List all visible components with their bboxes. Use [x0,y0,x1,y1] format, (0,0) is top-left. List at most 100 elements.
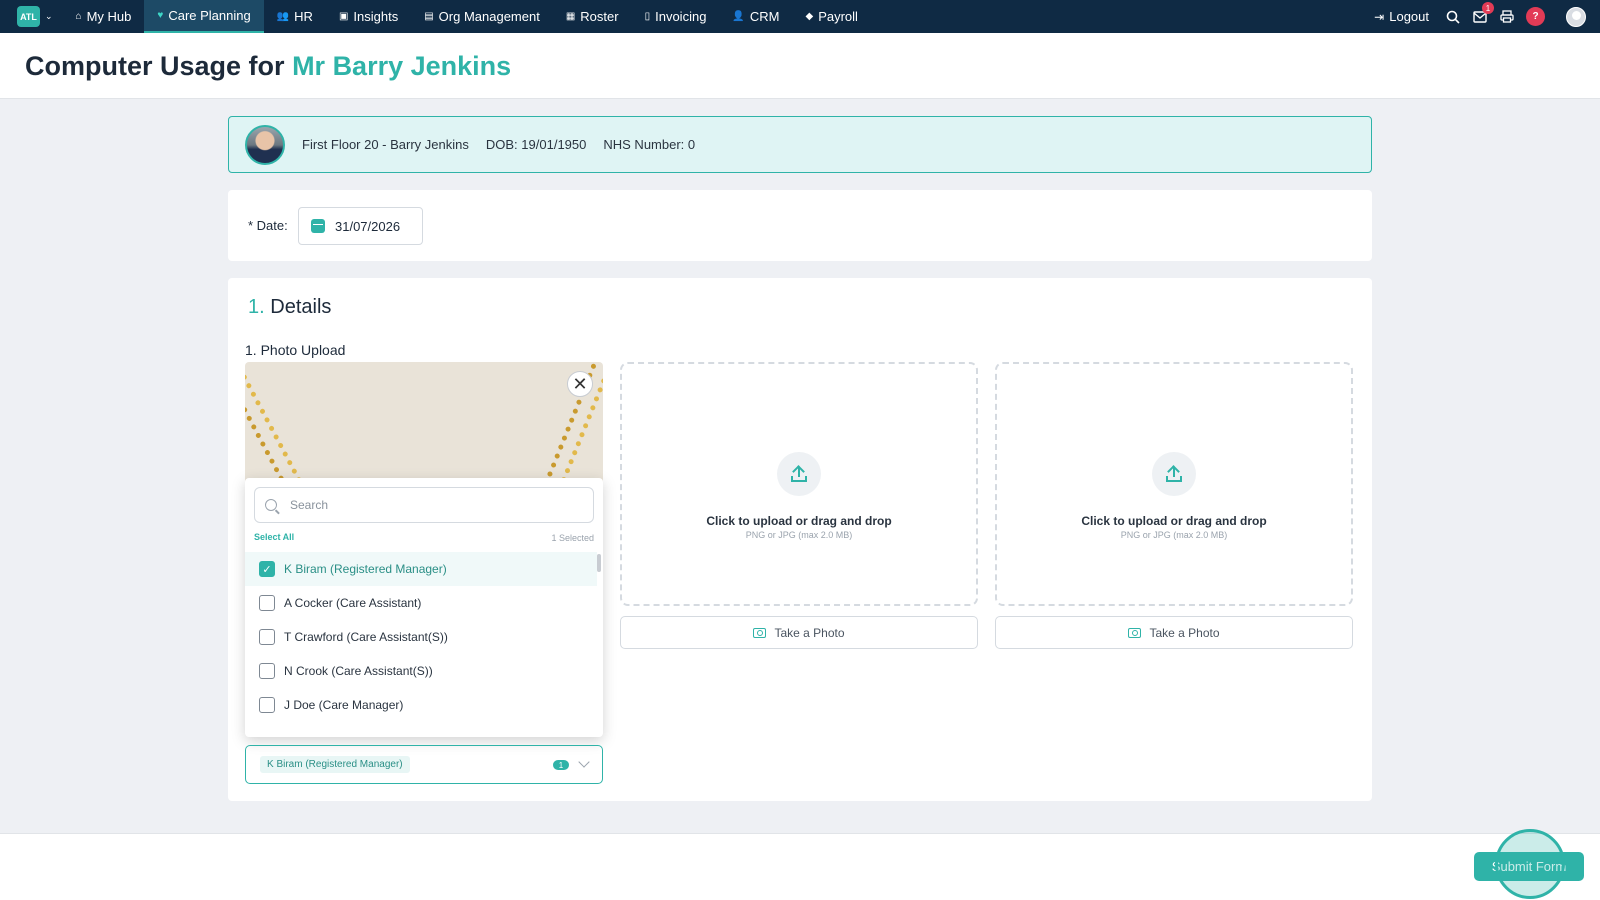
dropdown-option[interactable]: J Doe (Care Manager) [245,688,597,722]
nav-item-roster[interactable]: ▦ Roster [553,0,632,33]
details-card: 1. Details 1. Photo Upload ✕ Click to up… [228,278,1372,801]
take-photo-button[interactable]: Take a Photo [995,616,1353,649]
calendar-icon: ▦ [565,11,576,22]
take-photo-label: Take a Photo [774,625,845,640]
resident-banner: First Floor 20 - Barry Jenkins DOB: 19/0… [228,116,1372,173]
upload-dropzone[interactable]: Click to upload or drag and drop PNG or … [620,362,978,606]
date-picker[interactable]: 31/07/2026 [298,207,423,245]
building-icon: ▤ [424,11,434,22]
section-number: 1. [248,296,265,318]
search-input[interactable] [290,498,570,512]
close-icon: ✕ [572,374,588,394]
home-icon: ⌂ [75,11,82,22]
chart-icon: ▣ [338,11,349,22]
page-header: Computer Usage for Mr Barry Jenkins [0,33,1600,99]
nav-item-label: Payroll [818,9,858,24]
upload-title: Click to upload or drag and drop [1081,514,1267,528]
staff-dropdown: Select All 1 Selected ✓ K Biram (Register… [245,478,603,737]
upload-title: Click to upload or drag and drop [706,514,892,528]
dropdown-option-label: T Crawford (Care Assistant(S)) [284,630,448,644]
chain-image-left [245,362,312,482]
dropdown-options: ✓ K Biram (Registered Manager) A Cocker (C… [245,552,597,722]
dropdown-scrollbar[interactable] [597,554,601,572]
heart-icon: ♥ [157,10,164,21]
contacts-icon: 👤 [732,11,745,22]
nav-item-label: Roster [580,9,619,24]
checkbox-icon[interactable] [259,697,275,713]
print-icon[interactable] [1499,9,1514,24]
nav-item-hr[interactable]: 👥 HR [264,0,326,33]
nav-item-label: My Hub [86,9,132,24]
calendar-icon [311,219,325,233]
app-switcher[interactable]: ATL ⌄ [17,6,53,27]
dob-value: 19/01/1950 [521,137,587,152]
dropdown-option-label: J Doe (Care Manager) [284,698,404,712]
document-icon: ▯ [644,11,651,22]
nav-item-org-management[interactable]: ▤ Org Management [411,0,553,33]
page-title-prefix: Computer Usage for [25,51,285,81]
help-button[interactable]: ? [1526,7,1545,26]
nav-item-label: Care Planning [168,8,251,23]
page-title: Computer Usage for Mr Barry Jenkins [25,51,511,82]
dropdown-option-label: K Biram (Registered Manager) [284,562,447,576]
people-icon: 👥 [276,11,290,22]
upload-icon [1152,452,1196,496]
dropdown-option-label: A Cocker (Care Assistant) [284,596,422,610]
top-navigation: ATL ⌄ ⌂ My Hub ♥ Care Planning 👥 HR ▣ Insights ▤… [0,0,1600,33]
checkbox-icon[interactable] [259,663,275,679]
upload-subtitle: PNG or JPG (max 2.0 MB) [1120,530,1228,540]
date-label: * Date: [248,218,288,233]
checkbox-checked-icon[interactable]: ✓ [259,561,275,577]
dropdown-option[interactable]: N Crook (Care Assistant(S)) [245,654,597,688]
chevron-down-icon [578,756,590,768]
dropdown-option[interactable]: ✓ K Biram (Registered Manager) [245,552,597,586]
date-card: * Date: 31/07/2026 [228,190,1372,261]
nhs-label: NHS Number: [603,137,685,152]
upload-dropzone[interactable]: Click to upload or drag and drop PNG or … [995,362,1353,606]
page-title-resident: Mr Barry Jenkins [292,51,512,81]
selected-count-pill: 1 [553,760,569,770]
mail-icon[interactable]: 1 [1472,2,1494,24]
dropdown-option[interactable]: T Crawford (Care Assistant(S)) [245,620,597,654]
search-icon[interactable] [1445,9,1460,24]
dropdown-search[interactable] [254,487,594,523]
dob-label: DOB: [485,137,518,152]
nav-item-label: Org Management [438,9,540,24]
take-photo-label: Take a Photo [1149,625,1220,640]
nhs-value: 0 [687,137,696,152]
resident-dob: DOB: 19/01/1950 [486,137,587,152]
submit-form-button[interactable]: Submit Form [1474,852,1584,881]
user-avatar[interactable] [1566,6,1586,27]
nav-item-care-planning[interactable]: ♥ Care Planning [144,0,264,33]
camera-icon [753,627,767,638]
take-photo-button[interactable]: Take a Photo [620,616,978,649]
checkbox-icon[interactable] [259,629,275,645]
nav-item-crm[interactable]: 👤 CRM [719,0,792,33]
remove-photo-button[interactable]: ✕ [567,371,593,397]
nav-item-payroll[interactable]: ◆ Payroll [792,0,870,33]
checkbox-icon[interactable] [259,595,275,611]
nav-item-my-hub[interactable]: ⌂ My Hub [63,0,145,33]
nav-item-invoicing[interactable]: ▯ Invoicing [632,0,720,33]
nav-item-label: CRM [749,9,780,24]
select-all-link[interactable]: Select All [254,532,294,542]
date-value: 31/07/2026 [335,218,401,234]
section-title-text: Details [270,296,332,318]
logout-button[interactable]: ⇥ Logout [1374,9,1429,24]
upload-subtitle: PNG or JPG (max 2.0 MB) [745,530,853,540]
logout-label: Logout [1389,9,1429,24]
staff-multiselect[interactable]: K Biram (Registered Manager) 1 [245,745,603,784]
selected-count: 1 Selected [551,533,594,543]
nav-item-label: Invoicing [655,9,707,24]
nav-item-label: HR [294,9,313,24]
photo-upload-label: 1. Photo Upload [245,342,346,358]
dropdown-option[interactable]: A Cocker (Care Assistant) [245,586,597,620]
search-icon [265,499,277,511]
tag-icon: ◆ [805,11,814,22]
logout-icon: ⇥ [1374,9,1385,24]
section-title: 1. Details [248,296,331,319]
nav-item-insights[interactable]: ▣ Insights [326,0,411,33]
resident-avatar [245,124,285,165]
chevron-down-icon: ⌄ [45,11,53,21]
dropdown-option-label: N Crook (Care Assistant(S)) [284,664,433,678]
